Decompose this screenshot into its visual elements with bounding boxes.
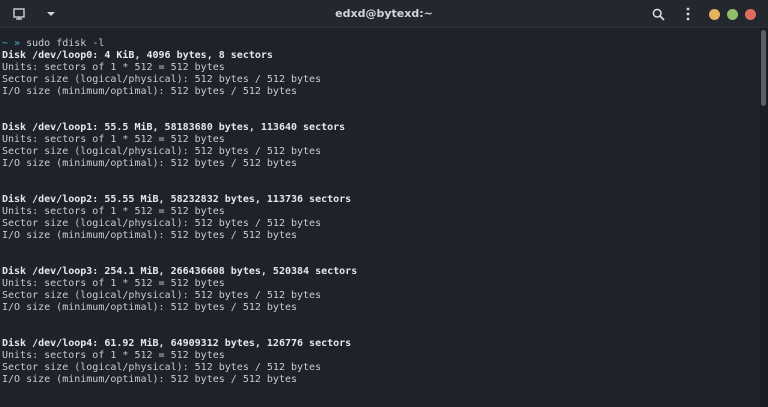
disk-units: Units: sectors of 1 * 512 = 512 bytes	[2, 206, 225, 217]
disk-header: Disk /dev/loop4: 61.92 MiB, 64909312 byt…	[2, 338, 352, 349]
scrollbar[interactable]	[760, 28, 768, 407]
disk-io-size: I/O size (minimum/optimal): 512 bytes / …	[2, 302, 298, 313]
disk-units: Units: sectors of 1 * 512 = 512 bytes	[2, 134, 225, 145]
disk-units: Units: sectors of 1 * 512 = 512 bytes	[2, 62, 225, 73]
disk-sector-size: Sector size (logical/physical): 512 byte…	[2, 146, 322, 157]
disk-io-size: I/O size (minimum/optimal): 512 bytes / …	[2, 230, 298, 241]
title-bar-right	[649, 4, 756, 24]
disk-header: Disk /dev/loop0: 4 KiB, 4096 bytes, 8 se…	[2, 50, 273, 61]
disk-sector-size: Sector size (logical/physical): 512 byte…	[2, 290, 322, 301]
disk-units: Units: sectors of 1 * 512 = 512 bytes	[2, 278, 225, 289]
menu-icon[interactable]	[679, 5, 697, 23]
disk-header: Disk /dev/loop2: 55.55 MiB, 58232832 byt…	[2, 194, 352, 205]
minimize-button[interactable]	[709, 8, 720, 20]
disk-io-size: I/O size (minimum/optimal): 512 bytes / …	[2, 86, 298, 97]
disk-io-size: I/O size (minimum/optimal): 512 bytes / …	[2, 158, 298, 169]
search-icon[interactable]	[649, 5, 667, 23]
disk-header: Disk /dev/loop1: 55.5 MiB, 58183680 byte…	[2, 122, 346, 133]
title-bar: edxd@bytexd:~	[0, 0, 768, 28]
disk-header: Disk /dev/loop3: 254.1 MiB, 266436608 by…	[2, 266, 358, 277]
disk-sector-size: Sector size (logical/physical): 512 byte…	[2, 218, 322, 229]
disk-sector-size: Sector size (logical/physical): 512 byte…	[2, 362, 322, 373]
close-button[interactable]	[745, 8, 756, 20]
disk-units: Units: sectors of 1 * 512 = 512 bytes	[2, 350, 225, 361]
terminal-output[interactable]: ~ » sudo fdisk -l Disk /dev/loop0: 4 KiB…	[0, 28, 760, 407]
scrollbar-thumb[interactable]	[761, 30, 766, 106]
prompt-symbol: ~ »	[2, 38, 21, 49]
command-line: ~ » sudo fdisk -l	[2, 38, 760, 50]
command-text: sudo fdisk -l	[26, 38, 105, 49]
terminal-window: edxd@bytexd:~ ~ » sudo fdisk -l Disk /de…	[0, 0, 768, 407]
disk-sector-size: Sector size (logical/physical): 512 byte…	[2, 74, 322, 85]
disk-io-size: I/O size (minimum/optimal): 512 bytes / …	[2, 374, 298, 385]
maximize-button[interactable]	[727, 8, 738, 20]
window-controls	[709, 8, 756, 20]
